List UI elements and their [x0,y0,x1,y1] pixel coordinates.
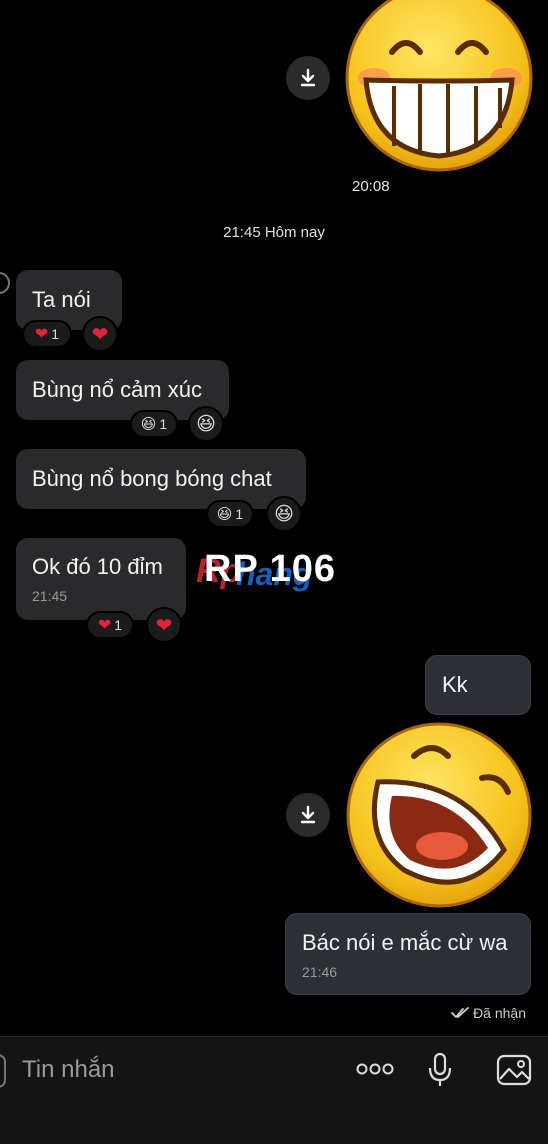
download-icon [300,68,316,87]
message-time: 21:46 [302,964,338,980]
reaction-count: 1 [159,416,168,432]
laughing-sticker[interactable] [344,720,534,910]
reaction-chip[interactable]: 😆 [188,406,224,442]
reaction-count: 1 [51,326,60,342]
double-check-icon [451,1007,469,1018]
heart-icon: ❤ [155,614,173,637]
heart-icon: ❤ [34,326,49,343]
image-icon[interactable] [496,1054,532,1086]
download-button[interactable] [286,56,330,100]
laugh-emoji-icon: 😆 [216,506,233,523]
message-text: Ok đó 10 đỉm [32,554,163,579]
sticker-time: 20:08 [352,178,390,195]
microphone-icon[interactable] [428,1052,452,1088]
laugh-emoji-icon: 😆 [196,413,216,435]
message-bubble-out[interactable]: Kk [425,655,531,715]
delivery-status: Đã nhận [451,1005,526,1021]
reaction-count-chip[interactable]: ❤ 1 [22,320,72,348]
emoji-button-edge[interactable] [0,1054,6,1088]
reaction-chip[interactable]: ❤ [82,316,118,352]
reaction-count-chip[interactable]: 😆 1 [206,500,254,528]
reaction-count-chip[interactable]: ❤ 1 [86,611,134,639]
reaction-count: 1 [235,506,244,522]
reaction-count-chip[interactable]: 😆 1 [130,410,178,438]
reaction-count: 1 [114,617,123,633]
message-time: 21:45 [32,588,68,604]
laugh-emoji-icon: 😆 [140,416,157,433]
message-text: Bùng nổ cảm xúc [32,377,202,402]
grinning-sticker[interactable] [344,0,534,172]
delivery-status-text: Đã nhận [473,1005,526,1021]
message-text: Bùng nổ bong bóng chat [32,466,272,491]
message-input[interactable]: Tin nhắn [22,1056,115,1084]
message-text: Ta nói [32,287,91,312]
download-icon [300,805,316,824]
message-bubble-out[interactable]: Bác nói e mắc cừ wa 21:46 [285,913,531,995]
reaction-chip[interactable]: 😆 [266,496,302,532]
date-separator: 21:45 Hôm nay [223,224,325,241]
watermark-text: RP 106 [204,548,337,590]
message-text: Kk [442,672,468,697]
divider [0,1036,548,1037]
laugh-emoji-icon: 😆 [274,503,294,525]
composer-bar: Tin nhắn [0,1036,548,1144]
avatar[interactable] [0,272,10,294]
more-icon[interactable] [356,1062,394,1076]
message-text: Bác nói e mắc cừ wa [302,930,508,955]
heart-icon: ❤ [91,323,109,346]
heart-icon: ❤ [97,617,112,634]
reaction-chip[interactable]: ❤ [146,607,182,643]
download-button[interactable] [286,793,330,837]
message-bubble-in[interactable]: Bùng nổ bong bóng chat [16,449,306,509]
